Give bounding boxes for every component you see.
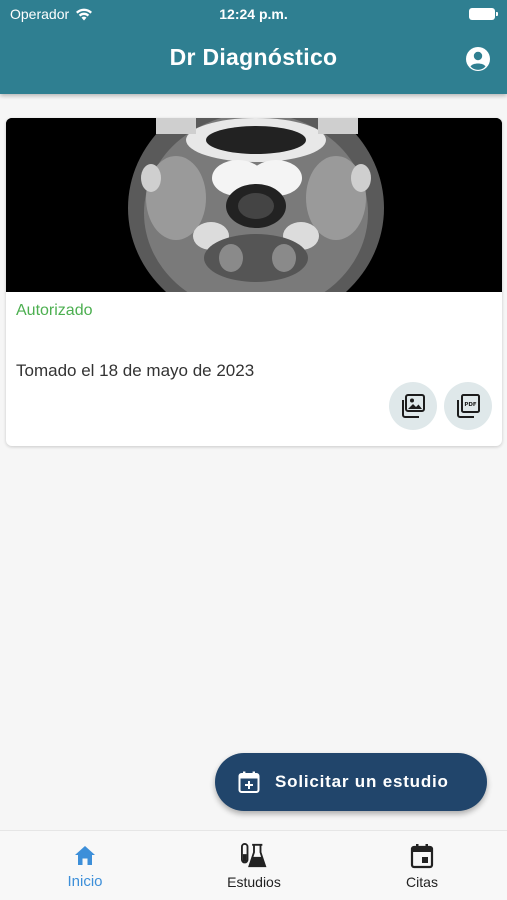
study-card[interactable]: Autorizado Tomado el 18 de mayo de 2023 …	[6, 118, 502, 446]
nav-item-estudios[interactable]: Estudios	[194, 831, 314, 900]
view-pdf-button[interactable]: PDF	[444, 382, 492, 430]
calendar-icon	[410, 844, 434, 869]
nav-label-citas: Citas	[406, 874, 438, 890]
nav-item-citas[interactable]: Citas	[362, 831, 482, 900]
app-bar: Operador 12:24 p.m. Dr Diagnóstico	[0, 0, 507, 94]
svg-text:PDF: PDF	[464, 402, 477, 408]
status-bar: Operador 12:24 p.m.	[0, 0, 507, 28]
view-images-button[interactable]	[389, 382, 437, 430]
bottom-navigation: Inicio Estudios Citas	[0, 830, 507, 900]
nav-label-inicio: Inicio	[67, 873, 103, 890]
account-circle-icon[interactable]	[465, 46, 491, 72]
pdf-icon: PDF	[457, 394, 480, 418]
nav-label-estudios: Estudios	[227, 874, 281, 890]
study-status: Autorizado	[16, 302, 93, 319]
status-time: 12:24 p.m.	[219, 6, 288, 22]
study-date: Tomado el 18 de mayo de 2023	[16, 361, 255, 380]
flask-icon	[241, 843, 267, 868]
nav-item-inicio[interactable]: Inicio	[25, 831, 145, 900]
battery-icon	[469, 8, 498, 20]
image-gallery-icon	[402, 394, 425, 418]
app-title: Dr Diagnóstico	[169, 44, 338, 70]
request-study-button[interactable]: Solicitar un estudio	[215, 753, 487, 811]
ct-scan-image	[6, 118, 502, 292]
request-study-label: Solicitar un estudio	[275, 772, 449, 791]
home-icon	[75, 846, 95, 865]
calendar-add-icon	[238, 771, 260, 793]
